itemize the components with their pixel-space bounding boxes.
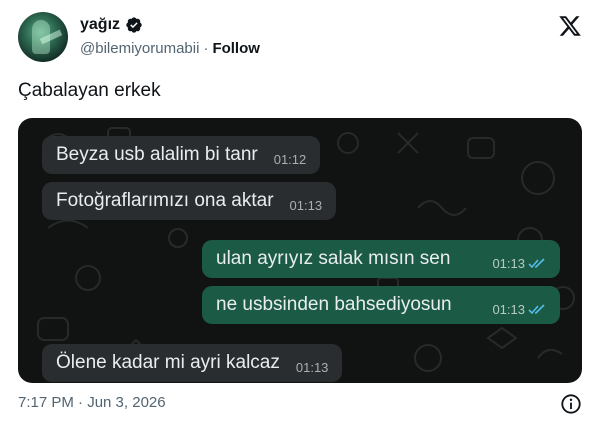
message-time: 01:13 bbox=[289, 197, 323, 213]
chat-message-incoming: Fotoğraflarımızı ona aktar 01:13 bbox=[42, 182, 337, 220]
tweet-header: yağız @bilemiyorumabii · Follow bbox=[18, 12, 582, 64]
double-check-icon bbox=[528, 257, 545, 268]
info-icon[interactable] bbox=[560, 393, 582, 415]
author-handle[interactable]: @bilemiyorumabii bbox=[80, 40, 199, 57]
message-time-with-ticks: 01:13 bbox=[492, 256, 546, 271]
follow-button[interactable]: Follow bbox=[212, 40, 260, 57]
message-time: 01:12 bbox=[273, 151, 307, 167]
double-check-icon bbox=[528, 303, 545, 314]
message-time: 01:13 bbox=[492, 255, 525, 271]
tweet-text: Çabalayan erkek bbox=[18, 80, 161, 101]
x-logo-icon[interactable] bbox=[558, 14, 582, 38]
message-time: 01:13 bbox=[295, 359, 329, 375]
author-handle-row: @bilemiyorumabii · Follow bbox=[80, 40, 260, 57]
author-display-name[interactable]: yağız bbox=[80, 16, 120, 34]
verified-badge-icon bbox=[126, 17, 142, 33]
chat-message-incoming: Beyza usb alalim bi tanr 01:12 bbox=[42, 136, 321, 174]
tweet-timestamp[interactable]: 7:17 PM · Jun 3, 2026 bbox=[18, 394, 166, 411]
message-text: ne usbsinden bahsediyosun bbox=[216, 294, 452, 315]
chat-message-outgoing: ulan ayrıyız salak mısın sen 01:13 bbox=[202, 240, 560, 278]
message-text: Ölene kadar mi ayri kalcaz bbox=[56, 352, 280, 373]
message-time: 01:13 bbox=[492, 301, 525, 317]
message-text: ulan ayrıyız salak mısın sen bbox=[216, 248, 451, 269]
chat-message-incoming: Ölene kadar mi ayri kalcaz 01:13 bbox=[42, 344, 343, 382]
message-text: Fotoğraflarımızı ona aktar bbox=[56, 190, 274, 211]
separator: · bbox=[203, 40, 209, 57]
message-time-with-ticks: 01:13 bbox=[492, 302, 546, 317]
message-text: Beyza usb alalim bi tanr bbox=[56, 144, 258, 165]
avatar[interactable] bbox=[18, 12, 68, 62]
chat-message-outgoing: ne usbsinden bahsediyosun 01:13 bbox=[202, 286, 560, 324]
chat-screenshot-media[interactable]: Beyza usb alalim bi tanr 01:12 Fotoğrafl… bbox=[18, 118, 582, 383]
author-name-row: yağız bbox=[80, 16, 143, 34]
